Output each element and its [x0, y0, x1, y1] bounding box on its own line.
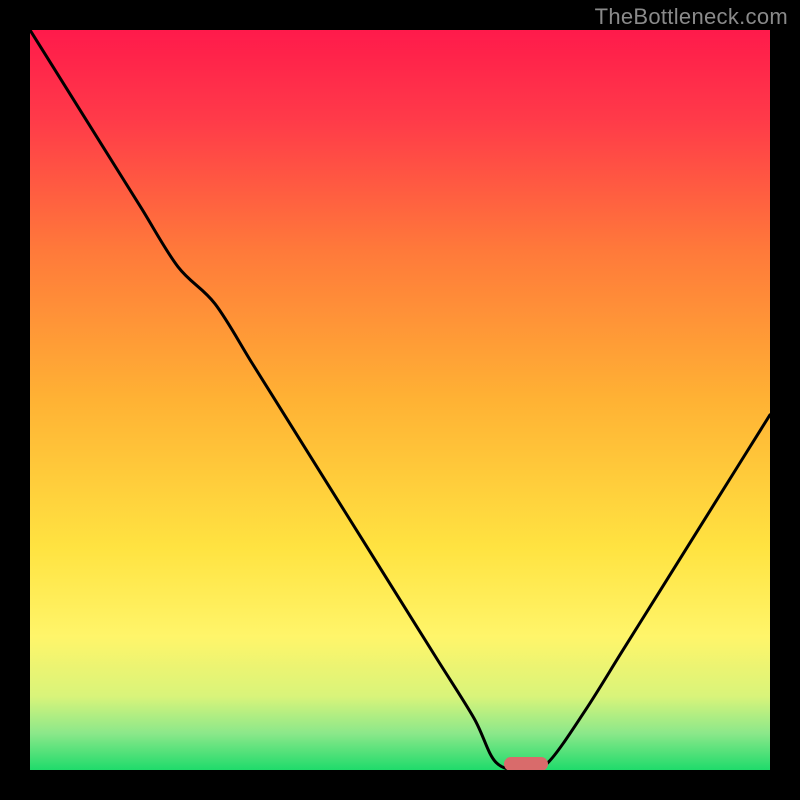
watermark-text: TheBottleneck.com: [595, 4, 788, 30]
plot-area: [30, 30, 770, 770]
optimal-marker: [504, 757, 548, 770]
chart-frame: TheBottleneck.com: [0, 0, 800, 800]
bottleneck-curve: [30, 30, 770, 770]
